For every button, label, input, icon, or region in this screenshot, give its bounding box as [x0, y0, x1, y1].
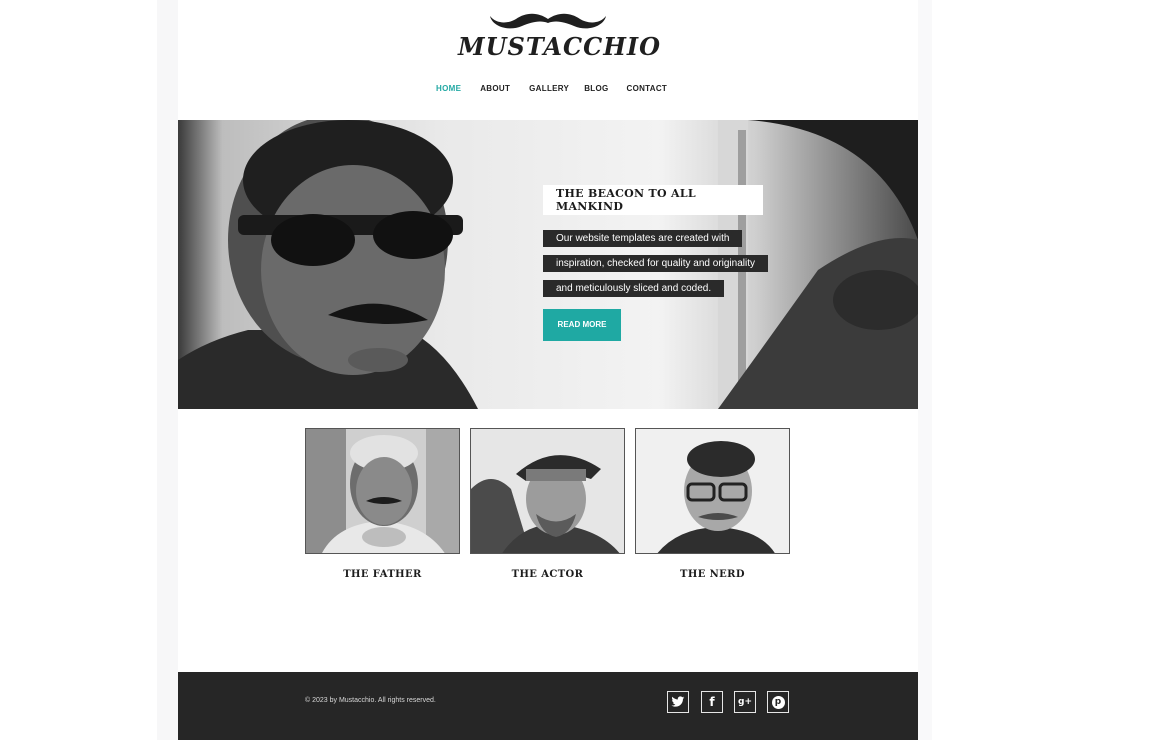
hero-title-box: THE BEACON TO ALL MANKIND [543, 185, 763, 215]
site-footer: © 2023 by Mustacchio. All rights reserve… [178, 672, 918, 740]
google-plus-glyph: g+ [738, 697, 752, 707]
mustache-icon [490, 13, 606, 29]
site-logo[interactable]: MUSTACCHIO [458, 6, 662, 62]
nav-gallery[interactable]: GALLERY [529, 84, 569, 96]
site-container: MUSTACCHIO HOME ABOUT GALLERY BLOG CONTA… [178, 0, 918, 740]
card-title: THE ACTOR [511, 569, 584, 580]
hero-text-line: Our website templates are created with [543, 230, 743, 247]
page-right-gutter [918, 0, 932, 740]
profile-card-nerd[interactable]: THE NERD [635, 428, 790, 580]
read-more-button[interactable]: READ MORE [543, 309, 621, 341]
facebook-icon[interactable]: f [701, 691, 723, 713]
actor-portrait [471, 429, 624, 553]
father-portrait [306, 429, 459, 553]
profile-card-actor[interactable]: THE ACTOR [470, 428, 625, 580]
hero-banner: THE BEACON TO ALL MANKIND Our website te… [178, 120, 918, 409]
nerd-photo[interactable] [635, 428, 790, 554]
nerd-portrait [636, 429, 789, 553]
father-photo[interactable] [305, 428, 460, 554]
pinterest-glyph: p [771, 695, 785, 709]
nav-blog[interactable]: BLOG [584, 84, 608, 96]
hero-title: THE BEACON TO ALL MANKIND [556, 187, 696, 213]
page-left-gutter [157, 0, 178, 740]
nav-about[interactable]: ABOUT [480, 84, 510, 96]
card-title: THE NERD [680, 569, 745, 580]
twitter-icon[interactable] [667, 691, 689, 713]
logo-text: MUSTACCHIO [458, 32, 662, 61]
nav-contact[interactable]: CONTACT [627, 84, 668, 96]
card-title: THE FATHER [343, 569, 422, 580]
actor-photo[interactable] [470, 428, 625, 554]
facebook-glyph: f [709, 695, 715, 709]
main-nav: HOME ABOUT GALLERY BLOG CONTACT [436, 84, 667, 96]
profile-card-father[interactable]: THE FATHER [305, 428, 460, 580]
hero-text-line: inspiration, checked for quality and ori… [543, 255, 768, 272]
copyright-text: © 2023 by Mustacchio. All rights reserve… [305, 697, 436, 704]
hero-text-line: and meticulously sliced and coded. [543, 280, 725, 297]
nav-home[interactable]: HOME [436, 84, 461, 96]
google-plus-icon[interactable]: g+ [734, 691, 756, 713]
pinterest-icon[interactable]: p [767, 691, 789, 713]
twitter-icon [671, 696, 685, 707]
